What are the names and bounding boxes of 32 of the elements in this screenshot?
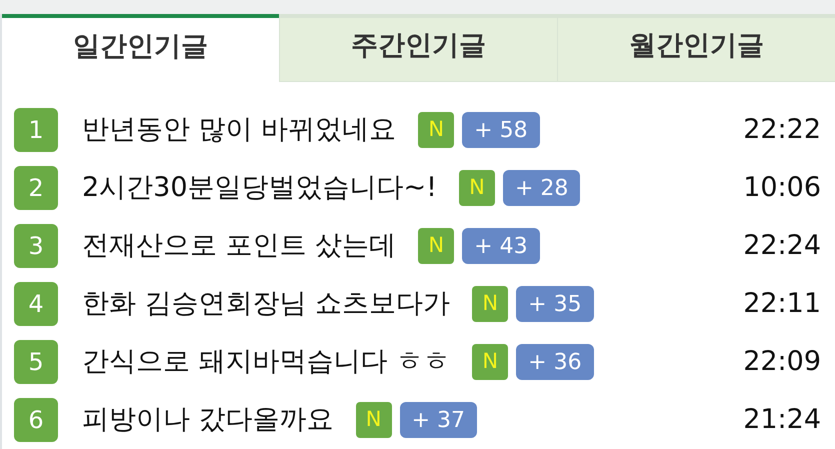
rank-badge: 6 — [14, 398, 58, 442]
post-title[interactable]: 반년동안 많이 바뀌었네요 — [82, 110, 396, 150]
post-title[interactable]: 전재산으로 포인트 샀는데 — [82, 226, 396, 266]
tab[interactable]: 주간인기글 — [279, 14, 557, 82]
rank-badge: 2 — [14, 166, 58, 210]
post-title[interactable]: 한화 김승연회장님 쇼츠보다가 — [82, 284, 450, 324]
comment-count-badge: + 36 — [516, 344, 594, 380]
post-time: 21:24 — [743, 402, 821, 437]
rank-badge: 5 — [14, 340, 58, 384]
post-title[interactable]: 간식으로 돼지바먹습니다 ㅎㅎ — [82, 342, 450, 382]
new-badge: N — [458, 170, 495, 206]
post-time: 22:22 — [743, 112, 821, 147]
comment-count-badge: + 37 — [400, 402, 478, 438]
new-badge: N — [472, 286, 508, 322]
post-time: 10:06 — [743, 170, 821, 205]
comment-count-badge: + 58 — [462, 112, 540, 148]
comment-count-badge: + 28 — [502, 170, 580, 206]
tab[interactable]: 월간인기글 — [557, 14, 835, 82]
rank-badge: 1 — [14, 108, 58, 152]
new-badge: N — [418, 112, 454, 148]
comment-count-badge: + 35 — [516, 286, 594, 322]
new-badge: N — [418, 228, 454, 264]
post-title[interactable]: 2시간30분일당벌었습니다~! — [82, 168, 437, 208]
new-badge: N — [356, 402, 392, 438]
post-title[interactable]: 피방이나 갔다올까요 — [82, 400, 334, 440]
post-time: 22:11 — [743, 286, 821, 321]
rank-badge: 3 — [14, 224, 58, 268]
comment-count-badge: + 43 — [462, 228, 540, 264]
post-time: 22:09 — [743, 344, 821, 379]
new-badge: N — [472, 344, 508, 380]
post-time: 22:24 — [743, 228, 821, 263]
rank-badge: 4 — [14, 282, 58, 326]
